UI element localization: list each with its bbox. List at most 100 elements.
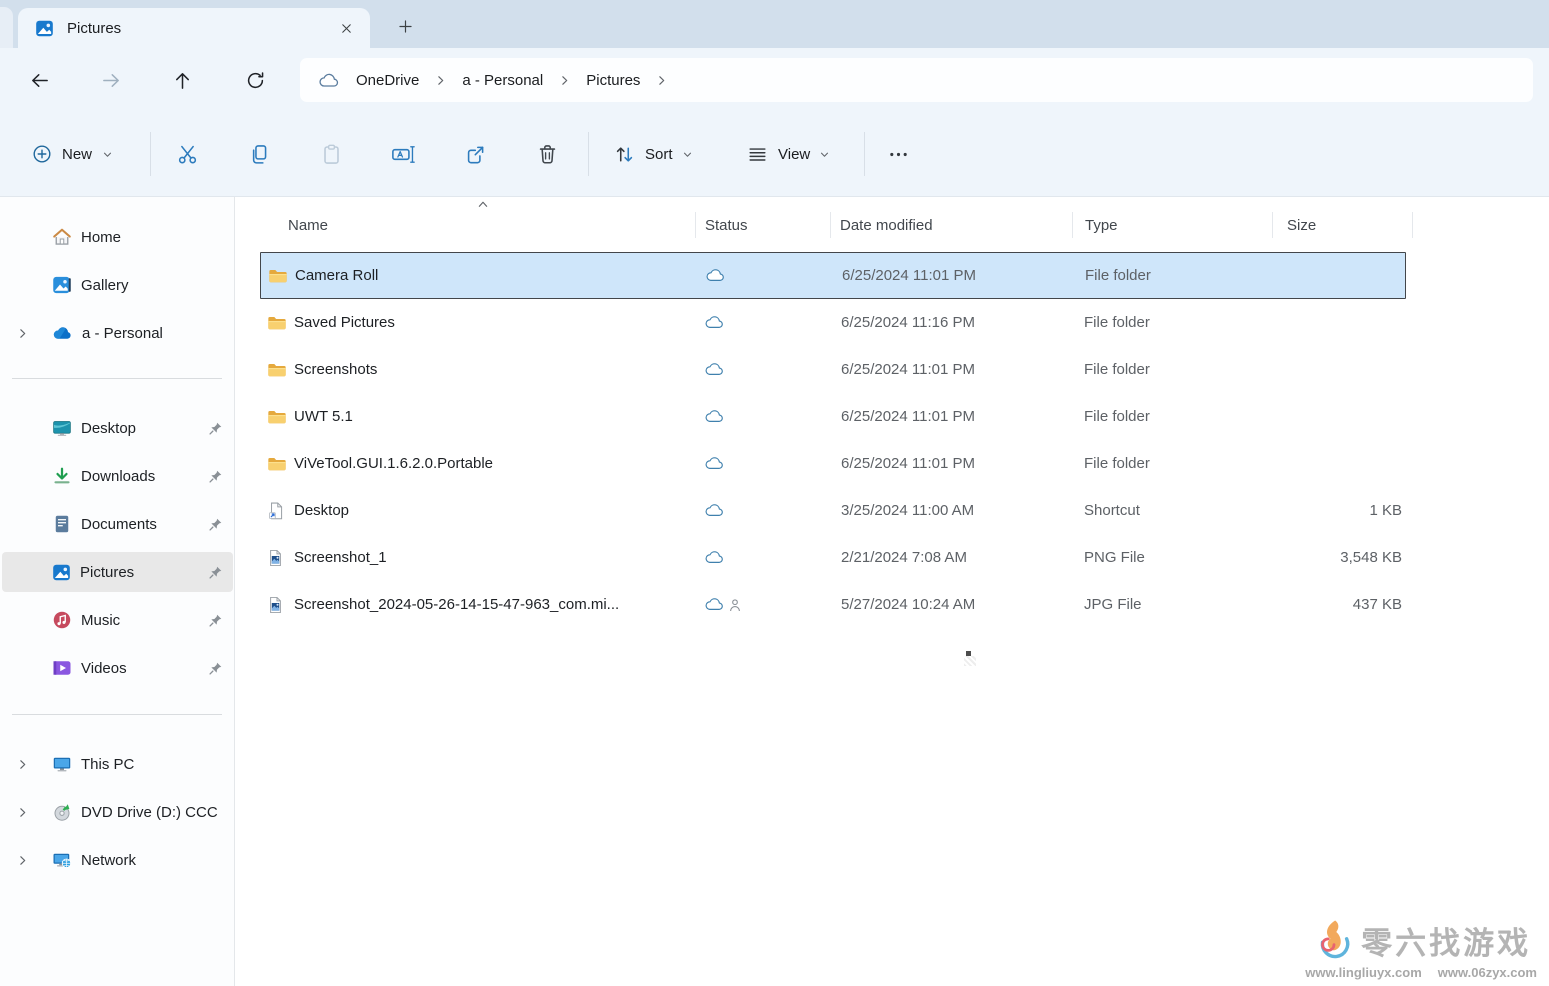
date-modified: 3/25/2024 11:00 AM bbox=[841, 487, 974, 534]
new-plus-icon bbox=[32, 144, 52, 164]
pin-icon bbox=[208, 421, 223, 436]
view-button-label: View bbox=[778, 146, 810, 163]
date-modified: 6/25/2024 11:01 PM bbox=[841, 393, 975, 440]
status-cell bbox=[704, 393, 725, 440]
breadcrumb-item-onedrive[interactable]: OneDrive bbox=[350, 69, 425, 92]
sidebar-item-label: Downloads bbox=[81, 468, 155, 485]
file-type: JPG File bbox=[1084, 581, 1142, 628]
view-button[interactable]: View bbox=[736, 133, 840, 175]
sort-button[interactable]: Sort bbox=[603, 133, 703, 175]
sidebar-item-label: Desktop bbox=[81, 420, 136, 437]
file-row-vivetool-gui-1-6-2-0-portable[interactable]: ViVeTool.GUI.1.6.2.0.Portable6/25/2024 1… bbox=[260, 440, 1406, 487]
back-arrow-button[interactable] bbox=[23, 64, 55, 96]
forward-arrow-button[interactable] bbox=[95, 64, 127, 96]
sidebar-item-downloads[interactable]: Downloads bbox=[2, 456, 233, 496]
breadcrumb-item-pictures[interactable]: Pictures bbox=[580, 69, 646, 92]
refresh-button[interactable] bbox=[239, 64, 271, 96]
chevron-right-icon[interactable] bbox=[16, 854, 29, 867]
file-size bbox=[1231, 253, 1401, 298]
date-modified: 6/25/2024 11:01 PM bbox=[841, 440, 975, 487]
tab-strip: Pictures bbox=[0, 0, 1549, 48]
file-type: File folder bbox=[1084, 299, 1150, 346]
column-header-date-modified[interactable]: Date modified bbox=[840, 205, 933, 247]
column-header-size[interactable]: Size bbox=[1287, 205, 1316, 247]
new-button[interactable]: New bbox=[20, 133, 125, 175]
navigation-pane: Home Gallery a - Personal Desktop Downloads D… bbox=[0, 197, 235, 986]
file-row-screenshot-1[interactable]: Screenshot_12/21/2024 7:08 AMPNG File3,5… bbox=[260, 534, 1406, 581]
file-size: 437 KB bbox=[1232, 581, 1402, 628]
column-header-name[interactable]: Name bbox=[288, 205, 328, 247]
column-divider[interactable] bbox=[695, 212, 696, 238]
folder-icon bbox=[267, 456, 287, 472]
date-modified: 6/25/2024 11:16 PM bbox=[841, 299, 975, 346]
tab-pictures[interactable]: Pictures bbox=[18, 8, 370, 48]
breadcrumb-item-a-personal[interactable]: a - Personal bbox=[456, 69, 549, 92]
sidebar-item-label: Gallery bbox=[81, 277, 129, 294]
sidebar-divider bbox=[12, 378, 222, 379]
mouse-cursor bbox=[966, 651, 971, 656]
copy-button[interactable] bbox=[237, 133, 281, 175]
chevron-right-icon[interactable] bbox=[16, 758, 29, 771]
column-divider[interactable] bbox=[1272, 212, 1273, 238]
folder-icon bbox=[267, 409, 287, 425]
person-icon bbox=[729, 598, 741, 612]
refresh-icon bbox=[245, 70, 266, 91]
cut-button[interactable] bbox=[165, 133, 209, 175]
sidebar-item-music[interactable]: Music bbox=[2, 600, 233, 640]
column-divider[interactable] bbox=[1412, 212, 1413, 238]
sidebar-item-home[interactable]: Home bbox=[2, 217, 233, 257]
delete-button[interactable] bbox=[525, 133, 569, 175]
sidebar-item-this-pc[interactable]: This PC bbox=[2, 744, 233, 784]
watermark-title: 零六找游戏 bbox=[1361, 918, 1531, 963]
gallery-icon bbox=[52, 275, 72, 295]
sidebar-item-desktop[interactable]: Desktop bbox=[2, 408, 233, 448]
image-file-icon bbox=[267, 548, 284, 567]
file-name: Desktop bbox=[294, 487, 349, 534]
up-arrow-icon bbox=[172, 70, 193, 91]
column-divider[interactable] bbox=[830, 212, 831, 238]
column-divider[interactable] bbox=[1072, 212, 1073, 238]
sidebar-item-pictures[interactable]: Pictures bbox=[2, 552, 233, 592]
sidebar-item-dvd-drive-d-ccc[interactable]: DVD Drive (D:) CCC bbox=[2, 792, 233, 832]
command-bar: New Sort View bbox=[0, 112, 1549, 197]
paste-icon bbox=[320, 143, 343, 166]
file-type: PNG File bbox=[1084, 534, 1145, 581]
up-arrow-button[interactable] bbox=[166, 64, 198, 96]
sidebar-item-label: a - Personal bbox=[82, 325, 163, 342]
shortcut-icon bbox=[267, 501, 285, 520]
new-tab-button[interactable] bbox=[391, 12, 419, 40]
column-header-type[interactable]: Type bbox=[1085, 205, 1118, 247]
file-row-desktop[interactable]: Desktop3/25/2024 11:00 AMShortcut1 KB bbox=[260, 487, 1406, 534]
file-row-saved-pictures[interactable]: Saved Pictures6/25/2024 11:16 PMFile fol… bbox=[260, 299, 1406, 346]
share-button[interactable] bbox=[453, 133, 497, 175]
sidebar-item-network[interactable]: Network bbox=[2, 840, 233, 880]
file-row-screenshot-2024-05-26-14-15-47-963-com-m[interactable]: Screenshot_2024-05-26-14-15-47-963_com.m… bbox=[260, 581, 1406, 628]
toolbar-divider bbox=[588, 132, 589, 176]
file-row-screenshots[interactable]: Screenshots6/25/2024 11:01 PMFile folder bbox=[260, 346, 1406, 393]
window-corner-decoration bbox=[0, 7, 13, 48]
address-bar[interactable]: OneDrive a - Personal Pictures bbox=[300, 58, 1533, 102]
chevron-right-icon[interactable] bbox=[16, 806, 29, 819]
sidebar-item-documents[interactable]: Documents bbox=[2, 504, 233, 544]
status-cell bbox=[704, 581, 741, 628]
file-name: Screenshots bbox=[294, 346, 377, 393]
file-row-camera-roll[interactable]: Camera Roll6/25/2024 11:01 PMFile folder bbox=[260, 252, 1406, 299]
videos-icon bbox=[52, 658, 72, 678]
close-icon bbox=[339, 21, 354, 36]
date-modified: 6/25/2024 11:01 PM bbox=[841, 346, 975, 393]
sidebar-item-videos[interactable]: Videos bbox=[2, 648, 233, 688]
file-type: File folder bbox=[1084, 440, 1150, 487]
chevron-down-icon bbox=[819, 149, 830, 160]
rename-button[interactable] bbox=[381, 133, 425, 175]
tab-close-icon[interactable] bbox=[332, 14, 360, 42]
chevron-right-icon[interactable] bbox=[16, 327, 29, 340]
sidebar-item-a-personal[interactable]: a - Personal bbox=[2, 313, 233, 353]
sidebar-item-gallery[interactable]: Gallery bbox=[2, 265, 233, 305]
onedrive-outline-cloud-icon bbox=[318, 73, 340, 88]
file-row-uwt-5-1[interactable]: UWT 5.16/25/2024 11:01 PMFile folder bbox=[260, 393, 1406, 440]
sidebar-item-label: Pictures bbox=[80, 564, 134, 581]
tab-title: Pictures bbox=[67, 20, 332, 37]
column-header-status[interactable]: Status bbox=[705, 205, 748, 247]
file-name: Screenshot_2024-05-26-14-15-47-963_com.m… bbox=[294, 581, 619, 628]
see-more-button[interactable] bbox=[876, 133, 920, 175]
